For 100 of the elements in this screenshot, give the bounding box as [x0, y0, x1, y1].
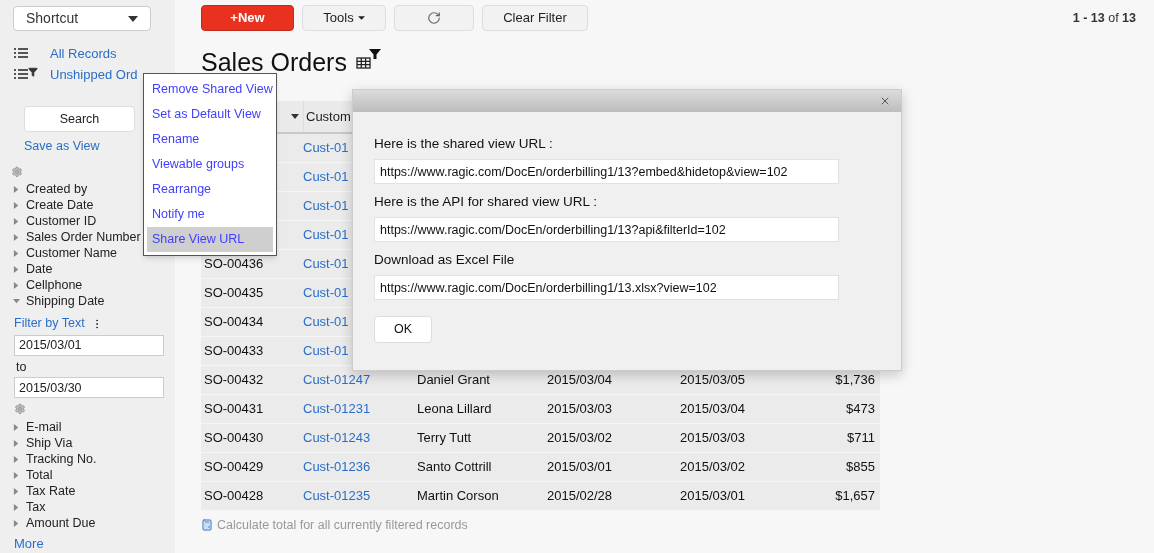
shortcut-dropdown[interactable]: Shortcut [13, 6, 151, 32]
table-cell-text: 2015/03/02 [680, 458, 746, 477]
table-cell-text: $473 [846, 400, 875, 419]
url-field[interactable]: https://www.ragic.com/DocEn/orderbilling1/13.xlsx?view=102 [374, 275, 839, 300]
filter-field[interactable]: Tax [26, 498, 46, 517]
list-icon [14, 68, 28, 81]
calculator-icon[interactable] [201, 519, 213, 532]
menu-item[interactable]: Share View URL [147, 227, 273, 252]
new-button[interactable]: +New [201, 5, 294, 31]
dialog-label: Here is the API for shared view URL : [374, 193, 599, 211]
filter-icon [28, 67, 38, 78]
expand-arrow-icon[interactable] [13, 185, 20, 193]
table-cell-text: Cust-01247 [303, 371, 371, 390]
pagination-count: 1 - 13 of 13 [1072, 9, 1136, 27]
table-cell-text: SO-00428 [204, 487, 264, 506]
table-cell-text: Cust-01236 [303, 458, 371, 477]
menu-item[interactable]: Viewable groups [147, 152, 273, 177]
table-cell-text: SO-00431 [204, 400, 264, 419]
table-cell-text: Leona Lillard [417, 400, 492, 419]
page-title: Sales Orders [201, 47, 347, 78]
menu-item[interactable]: Set as Default View [147, 102, 273, 127]
menu-item[interactable]: Rearrange [147, 177, 273, 202]
filter-field[interactable]: Total [26, 466, 53, 485]
table-row[interactable]: SO-00429 Cust-01236 Santo Cottrill 2015/03/01 2015/03/02 $855 [201, 453, 880, 482]
sort-caret-icon[interactable] [291, 114, 299, 119]
clear-filter-button[interactable]: Clear Filter [482, 5, 588, 31]
expand-arrow-icon[interactable] [13, 520, 20, 528]
table-cell-text: Cust-01235 [303, 487, 371, 506]
table-cell-text: 2015/03/05 [680, 371, 746, 390]
filter-by-text-link[interactable]: Filter by Text [14, 314, 85, 333]
table-row[interactable]: SO-00431 Cust-01231 Leona Lillard 2015/03/03 2015/03/04 $473 [201, 395, 880, 424]
table-cell-text: Terry Tutt [417, 429, 472, 448]
expand-arrow-icon[interactable] [13, 488, 20, 496]
url-field[interactable]: https://www.ragic.com/DocEn/orderbilling1/13?embed&hidetop&view=102 [374, 159, 839, 184]
table-cell-text: Cust-01 [303, 139, 349, 158]
date-to-field[interactable]: 2015/03/30 [14, 377, 164, 398]
expand-arrow-icon[interactable] [13, 440, 20, 448]
table-cell-text: Cust-01 [303, 313, 349, 332]
table-cell-text: 2015/03/01 [547, 458, 613, 477]
table-cell-text: Cust-01231 [303, 400, 371, 419]
table-row[interactable]: SO-00430 Cust-01243 Terry Tutt 2015/03/02 2015/03/03 $711 [201, 424, 880, 453]
settings-icon[interactable] [11, 165, 23, 178]
dialog-label: Download as Excel File [374, 251, 516, 269]
table-cell-text: 2015/03/03 [547, 400, 613, 419]
list-icon [14, 47, 28, 60]
expand-arrow-icon[interactable] [13, 265, 20, 273]
filter-field[interactable]: Tracking No. [26, 450, 97, 469]
menu-item[interactable]: Remove Shared View [147, 77, 273, 102]
close-icon[interactable] [879, 95, 891, 107]
table-cell-text: SO-00435 [204, 284, 264, 303]
table-cell-text: Cust-01243 [303, 429, 371, 448]
table-cell-text: Cust-01 [303, 197, 349, 216]
table-cell-text: SO-00429 [204, 458, 264, 477]
collapse-arrow-icon[interactable] [13, 297, 20, 305]
table-cell-text: 2015/03/04 [680, 400, 746, 419]
table-cell-text: 2015/03/01 [680, 487, 746, 506]
date-from-field[interactable]: 2015/03/01 [14, 335, 164, 356]
table-cell-text: Cust-01 [303, 226, 349, 245]
dialog-label: Here is the shared view URL : [374, 135, 554, 153]
filter-field[interactable]: E-mail [26, 418, 62, 437]
table-cell-text: Cust-01 [303, 284, 349, 303]
table-cell-text: SO-00430 [204, 429, 264, 448]
view-link[interactable]: All Records [50, 43, 117, 64]
table-cell-text: Cust-01 [303, 342, 349, 361]
settings-icon[interactable] [14, 402, 26, 415]
expand-arrow-icon[interactable] [13, 217, 20, 225]
table-cell-text: Cust-01 [303, 168, 349, 187]
filter-field[interactable]: Ship Via [26, 434, 73, 453]
expand-arrow-icon[interactable] [13, 424, 20, 432]
expand-arrow-icon[interactable] [13, 233, 20, 241]
tools-button[interactable]: Tools [302, 5, 386, 31]
expand-arrow-icon[interactable] [13, 281, 20, 289]
table-row[interactable]: SO-00428 Cust-01235 Martin Corson 2015/02/28 2015/03/01 $1,657 [201, 482, 880, 511]
to-label: to [16, 358, 28, 376]
refresh-button[interactable] [394, 5, 474, 31]
table-cell-text: Cust-01 [303, 255, 349, 274]
expand-arrow-icon[interactable] [13, 472, 20, 480]
table-cell-text: SO-00434 [204, 313, 264, 332]
more-link[interactable]: More [14, 533, 175, 553]
table-cell-text: Santo Cottrill [417, 458, 492, 477]
filtered-table-icon[interactable] [354, 48, 383, 70]
table-cell-text: $1,736 [835, 371, 875, 390]
table-cell-text: $711 [847, 429, 875, 448]
expand-arrow-icon[interactable] [13, 456, 20, 464]
table-cell-text: SO-00433 [204, 342, 264, 361]
caret-icon [128, 15, 138, 22]
menu-item[interactable]: Rename [147, 127, 273, 152]
filter-field[interactable]: Amount Due [26, 514, 96, 533]
expand-arrow-icon[interactable] [13, 249, 20, 257]
caret-icon [357, 16, 365, 20]
expand-arrow-icon[interactable] [13, 201, 20, 209]
filter-field[interactable]: Tax Rate [26, 482, 76, 501]
search-button[interactable]: Search [24, 106, 135, 132]
expand-arrow-icon[interactable] [13, 504, 20, 512]
table-cell-text: $1,657 [835, 487, 875, 506]
table-cell-text: 2015/03/04 [547, 371, 613, 390]
view-link[interactable]: Unshipped Ord [50, 64, 138, 85]
ok-button[interactable]: OK [374, 316, 432, 343]
menu-item[interactable]: Notify me [147, 202, 273, 227]
url-field[interactable]: https://www.ragic.com/DocEn/orderbilling1/13?api&filterId=102 [374, 217, 839, 242]
